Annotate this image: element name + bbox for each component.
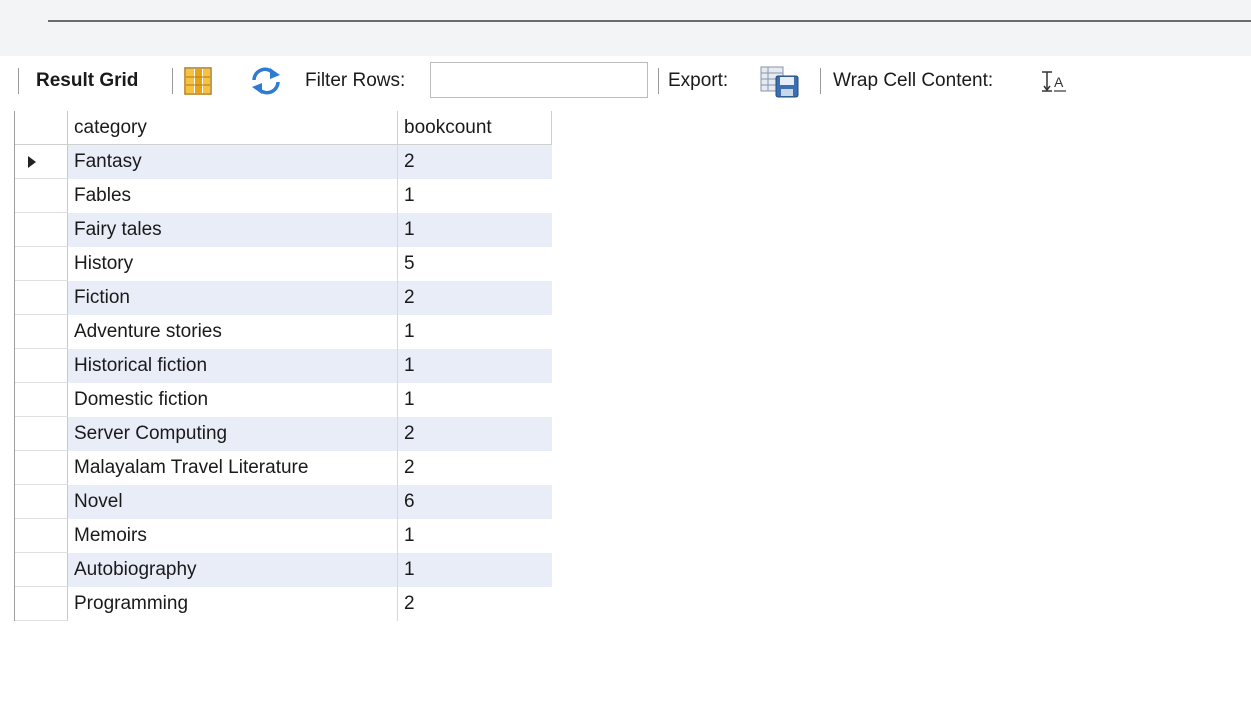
cell-bookcount[interactable]: 2	[398, 587, 552, 621]
cell-category[interactable]: Programming	[68, 587, 398, 621]
table-row[interactable]: Historical fiction 1	[15, 349, 552, 383]
export-icon[interactable]	[760, 64, 800, 103]
cell-category[interactable]: Fairy tales	[68, 213, 398, 247]
cell-category[interactable]: Fiction	[68, 281, 398, 315]
export-label: Export:	[668, 70, 729, 91]
cell-bookcount[interactable]: 1	[398, 553, 552, 587]
row-selector[interactable]	[15, 349, 68, 383]
row-selector[interactable]	[15, 213, 68, 247]
cell-category[interactable]: Malayalam Travel Literature	[68, 451, 398, 485]
cell-bookcount[interactable]: 2	[398, 281, 552, 315]
result-toolbar: Result Grid Filter Rows: Export: Wrap Ce…	[0, 56, 1251, 106]
cell-category[interactable]: Adventure stories	[68, 315, 398, 349]
current-row-pointer-icon	[28, 156, 36, 168]
cell-bookcount[interactable]: 1	[398, 179, 552, 213]
wrap-cell-icon[interactable]: A	[1041, 70, 1067, 99]
refresh-icon[interactable]	[250, 67, 282, 100]
row-selector[interactable]	[15, 417, 68, 451]
toolbar-separator	[172, 68, 173, 94]
table-row[interactable]: Fantasy 2	[15, 145, 552, 179]
row-header-corner[interactable]	[15, 111, 68, 145]
row-selector[interactable]	[15, 519, 68, 553]
cell-category[interactable]: Novel	[68, 485, 398, 519]
cell-bookcount[interactable]: 2	[398, 417, 552, 451]
row-selector[interactable]	[15, 247, 68, 281]
row-selector[interactable]	[15, 451, 68, 485]
row-selector[interactable]	[15, 179, 68, 213]
wrap-cell-label: Wrap Cell Content:	[833, 70, 994, 91]
row-selector[interactable]	[15, 281, 68, 315]
cell-bookcount[interactable]: 2	[398, 145, 552, 179]
table-row[interactable]: Domestic fiction 1	[15, 383, 552, 417]
cell-category[interactable]: Fantasy	[68, 145, 398, 179]
cell-bookcount[interactable]: 1	[398, 315, 552, 349]
cell-bookcount[interactable]: 1	[398, 519, 552, 553]
table-row[interactable]: Programming 2	[15, 587, 552, 621]
cell-category[interactable]: Autobiography	[68, 553, 398, 587]
cell-category[interactable]: Domestic fiction	[68, 383, 398, 417]
table-row[interactable]: Novel 6	[15, 485, 552, 519]
column-header-bookcount[interactable]: bookcount	[398, 111, 552, 145]
cell-bookcount[interactable]: 1	[398, 213, 552, 247]
cell-category[interactable]: Historical fiction	[68, 349, 398, 383]
cell-bookcount[interactable]: 5	[398, 247, 552, 281]
filter-rows-label: Filter Rows:	[305, 70, 406, 91]
cell-bookcount[interactable]: 2	[398, 451, 552, 485]
table-row[interactable]: Adventure stories 1	[15, 315, 552, 349]
editor-area	[0, 0, 1251, 56]
row-selector[interactable]	[15, 485, 68, 519]
panel-splitter[interactable]	[48, 20, 1251, 22]
row-selector[interactable]	[15, 383, 68, 417]
grid-body: Fantasy 2 Fables 1 Fairy tales 1 History 5 Ficti…	[15, 145, 552, 621]
table-row[interactable]: History 5	[15, 247, 552, 281]
table-row[interactable]: Server Computing 2	[15, 417, 552, 451]
row-selector[interactable]	[15, 145, 68, 179]
table-row[interactable]: Fairy tales 1	[15, 213, 552, 247]
table-row[interactable]: Fables 1	[15, 179, 552, 213]
row-selector[interactable]	[15, 315, 68, 349]
toolbar-separator	[658, 68, 659, 94]
table-row[interactable]: Autobiography 1	[15, 553, 552, 587]
table-row[interactable]: Fiction 2	[15, 281, 552, 315]
column-header-category[interactable]: category	[68, 111, 398, 145]
filter-rows-input[interactable]	[430, 62, 648, 98]
toolbar-separator	[820, 68, 821, 94]
cell-bookcount[interactable]: 1	[398, 383, 552, 417]
result-grid: category bookcount Fantasy 2 Fables 1 Fairy …	[14, 111, 552, 621]
table-row[interactable]: Memoirs 1	[15, 519, 552, 553]
cell-category[interactable]: Fables	[68, 179, 398, 213]
cell-category[interactable]: Server Computing	[68, 417, 398, 451]
cell-bookcount[interactable]: 6	[398, 485, 552, 519]
result-grid-tab[interactable]: Result Grid	[36, 56, 138, 106]
grid-layout-icon[interactable]	[183, 66, 213, 101]
toolbar-separator	[18, 68, 19, 94]
cell-bookcount[interactable]: 1	[398, 349, 552, 383]
row-selector[interactable]	[15, 587, 68, 621]
svg-text:A: A	[1054, 74, 1064, 90]
table-row[interactable]: Malayalam Travel Literature 2	[15, 451, 552, 485]
row-selector[interactable]	[15, 553, 68, 587]
grid-header: category bookcount	[15, 111, 552, 145]
cell-category[interactable]: Memoirs	[68, 519, 398, 553]
cell-category[interactable]: History	[68, 247, 398, 281]
